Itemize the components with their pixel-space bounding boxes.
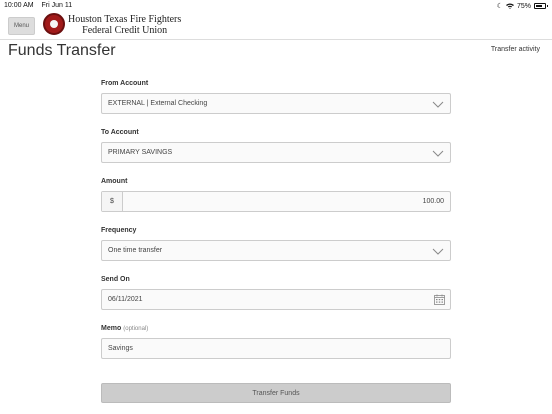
from-account-select[interactable]: EXTERNAL | External Checking	[101, 93, 451, 114]
send-on-date-input[interactable]: 06/11/2021	[101, 289, 451, 310]
app-header: Menu Houston Texas Fire Fighters Federal…	[0, 12, 552, 40]
status-time: 10:00 AM	[4, 2, 34, 9]
memo-optional-hint: (optional)	[123, 326, 149, 332]
from-account-label: From Account	[101, 80, 149, 87]
battery-icon	[534, 3, 548, 9]
send-on-label: Send On	[101, 276, 130, 283]
to-account-group: To Account PRIMARY SAVINGS	[101, 129, 451, 178]
memo-label: Memo (optional)	[101, 325, 451, 334]
credit-union-logo-text: Houston Texas Fire Fighters Federal Cred…	[68, 14, 181, 36]
moon-icon: ☾	[496, 3, 503, 10]
to-account-value: PRIMARY SAVINGS	[108, 149, 173, 156]
send-on-value: 06/11/2021	[108, 296, 143, 303]
memo-label-text: Memo	[101, 325, 122, 332]
page-title: Funds Transfer	[8, 42, 116, 59]
memo-value: Savings	[108, 345, 133, 352]
chevron-down-icon	[432, 150, 444, 157]
amount-input[interactable]: $ 100.00	[101, 191, 451, 212]
send-on-group: Send On 06/11/2021	[101, 276, 451, 325]
to-account-select[interactable]: PRIMARY SAVINGS	[101, 142, 451, 163]
chevron-down-icon	[432, 248, 444, 255]
battery-percent: 75%	[516, 2, 531, 10]
memo-input[interactable]: Savings	[101, 338, 451, 359]
menu-button[interactable]: Menu	[8, 17, 35, 35]
frequency-value: One time transfer	[108, 247, 163, 254]
frequency-label: Frequency	[101, 227, 137, 234]
status-date: Fri Jun 11	[41, 2, 73, 9]
currency-prefix: $	[102, 192, 123, 211]
from-account-value: EXTERNAL | External Checking	[108, 100, 208, 107]
to-account-label: To Account	[101, 129, 139, 136]
status-bar: 10:00 AM Fri Jun 11 ☾ 75%	[0, 0, 552, 12]
logo-line-1: Houston Texas Fire Fighters	[68, 14, 182, 25]
frequency-select[interactable]: One time transfer	[101, 240, 451, 261]
amount-value: 100.00	[422, 198, 444, 205]
credit-union-seal-icon	[43, 13, 65, 35]
transfer-funds-button[interactable]: Transfer Funds	[101, 383, 451, 403]
from-account-group: From Account EXTERNAL | External Checkin…	[101, 80, 451, 129]
wifi-icon	[505, 3, 514, 9]
calendar-icon[interactable]	[434, 294, 445, 305]
amount-group: Amount $ 100.00	[101, 178, 451, 227]
transfer-activity-link[interactable]: Transfer activity	[491, 46, 540, 53]
logo-line-2: Federal Credit Union	[82, 25, 168, 36]
amount-label: Amount	[101, 178, 128, 185]
chevron-down-icon	[432, 101, 444, 108]
memo-group: Memo (optional) Savings	[101, 325, 451, 374]
transfer-form: From Account EXTERNAL | External Checkin…	[101, 80, 451, 374]
frequency-group: Frequency One time transfer	[101, 227, 451, 276]
